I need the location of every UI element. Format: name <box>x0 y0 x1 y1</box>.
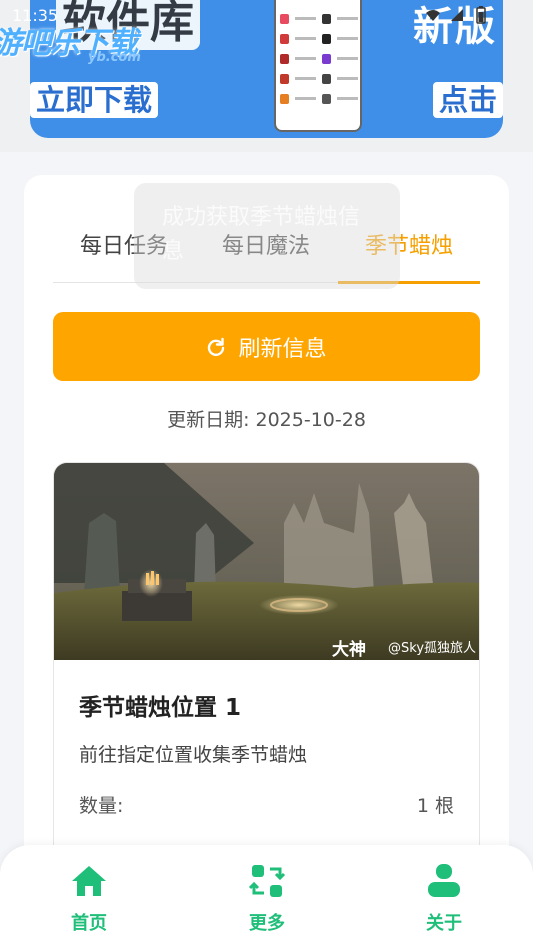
wifi-icon <box>426 10 440 21</box>
candle-description: 前往指定位置收集季节蜡烛 <box>79 744 308 766</box>
refresh-button[interactable]: 刷新信息 <box>53 312 480 381</box>
quantity-label: 数量: <box>79 795 124 817</box>
status-icons <box>425 6 489 24</box>
banner-download-button[interactable]: 立即下载 <box>30 82 159 118</box>
nav-label-more: 更多 <box>249 913 285 934</box>
nav-item-home[interactable]: 首页 <box>29 863 149 943</box>
bottom-nav: 首页 更多 关于 <box>0 845 533 948</box>
candle-location-card: 大神 @Sky孤独旅人 季节蜡烛位置 1 前往指定位置收集季节蜡烛 数量: 1 … <box>53 462 480 882</box>
image-watermark-author: @Sky孤独旅人 <box>388 641 477 656</box>
banner-click-button[interactable]: 点击 <box>432 82 503 118</box>
signal-icon <box>451 9 463 21</box>
image-watermark-brand: 大神 <box>332 640 366 660</box>
refresh-button-label: 刷新信息 <box>238 336 327 362</box>
update-date: 更新日期: 2025-10-28 <box>167 409 366 431</box>
battery-icon <box>476 6 486 24</box>
candle-title: 季节蜡烛位置 1 <box>79 695 242 721</box>
main-card: 每日任务 每日魔法 季节蜡烛 成功获取季节蜡烛信息 刷新信息 更新日期: 202… <box>24 175 509 882</box>
nav-label-home: 首页 <box>71 913 107 934</box>
ad-banner-area: 软件库 新版 立即下载 点击 11:35 游吧乐下载 yb.com <box>0 0 533 152</box>
nav-label-about: 关于 <box>426 913 462 934</box>
quantity-value: 1 根 <box>416 795 454 817</box>
refresh-icon <box>208 337 225 356</box>
swap-icon <box>248 865 286 897</box>
site-logo-domain: yb.com <box>88 50 141 65</box>
candle-location-image <box>54 463 479 660</box>
nav-item-about[interactable]: 关于 <box>384 863 504 943</box>
user-icon <box>428 864 460 897</box>
toast-message: 成功获取季节蜡烛信息 <box>134 183 400 289</box>
nav-item-more[interactable]: 更多 <box>207 863 327 943</box>
home-icon <box>72 866 106 896</box>
